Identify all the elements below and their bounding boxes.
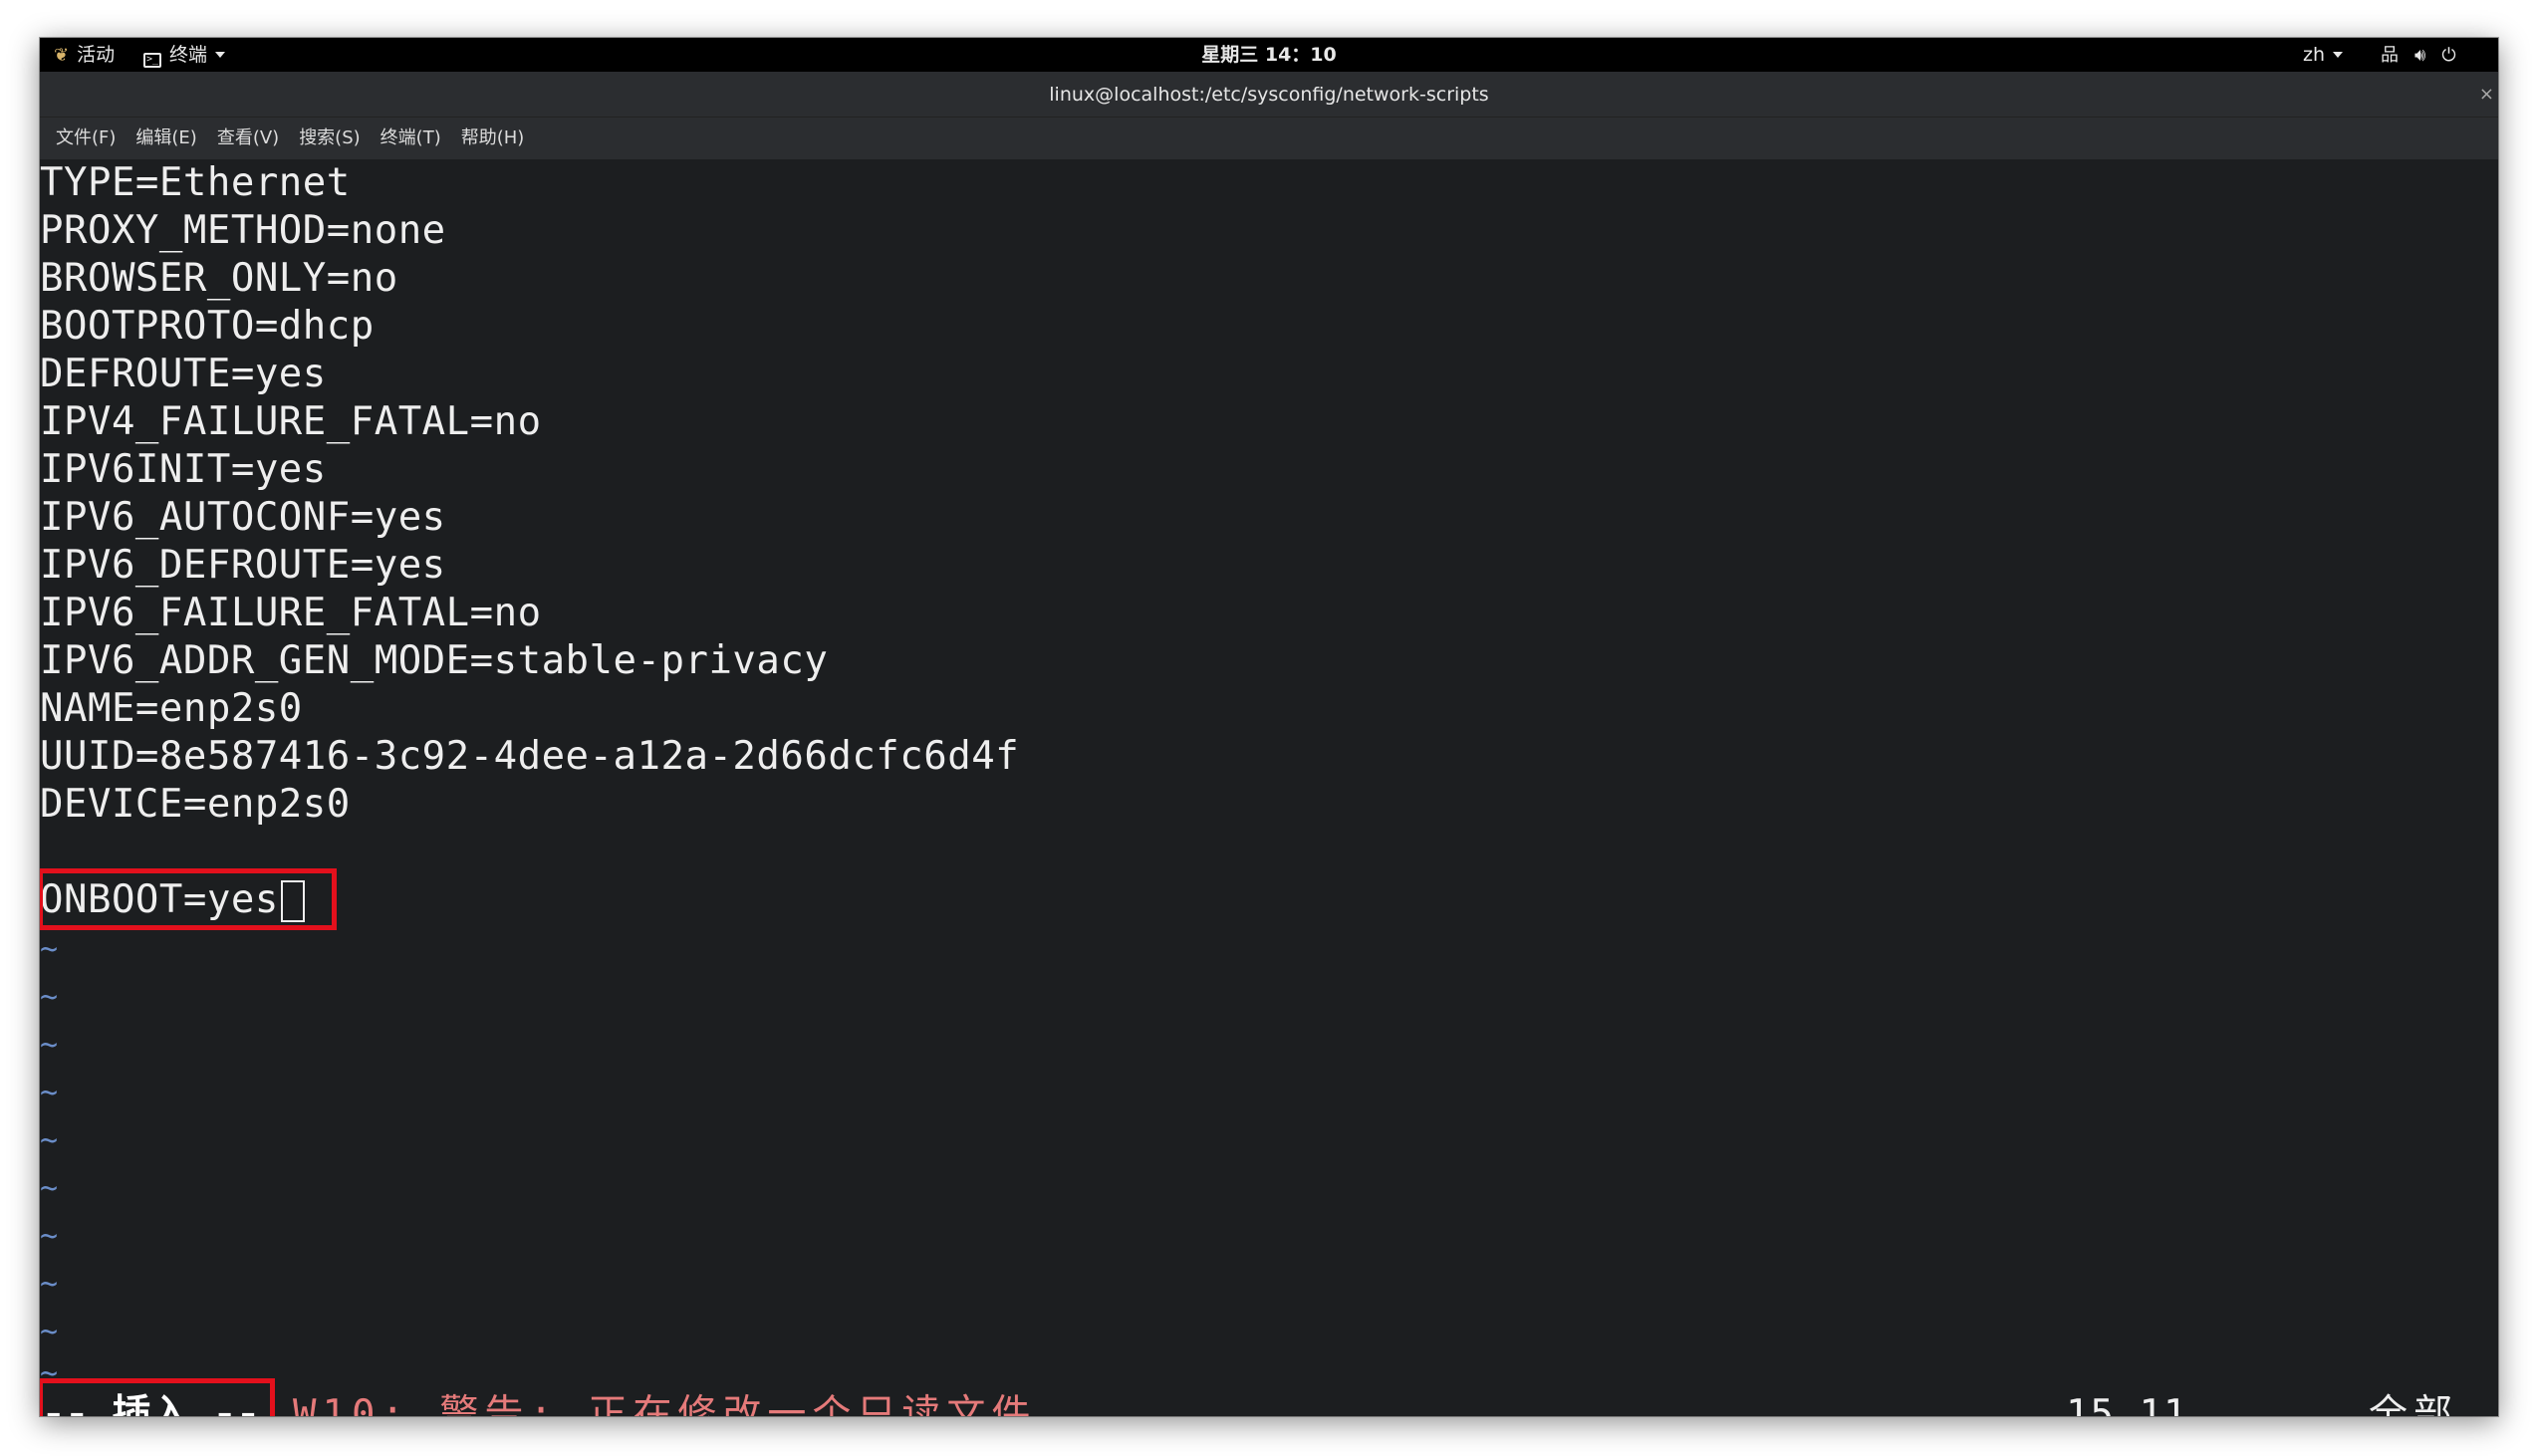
- empty-line-tilde: ~: [40, 1219, 59, 1254]
- language-label: zh: [2303, 44, 2326, 66]
- terminal-content[interactable]: TYPE=Ethernet PROXY_METHOD=none BROWSER_…: [40, 159, 2498, 1416]
- file-line: NAME=enp2s0: [40, 686, 303, 731]
- clock[interactable]: 星期三 14：10: [40, 38, 2498, 72]
- menu-help[interactable]: 帮助(H): [453, 118, 537, 159]
- scroll-position: 全部: [2369, 1392, 2459, 1416]
- file-line: DEVICE=enp2s0: [40, 782, 351, 827]
- file-line: IPV6_FAILURE_FATAL=no: [40, 591, 542, 635]
- desktop-screen: ❦ 活动 >_ 终端 星期三 14：10 zh 品 🔊︎ ⏻ linux@localho…: [40, 38, 2498, 1416]
- file-line: IPV6_ADDR_GEN_MODE=stable-privacy: [40, 638, 829, 683]
- file-line: IPV6INIT=yes: [40, 447, 327, 492]
- empty-line-tilde: ~: [40, 932, 59, 967]
- empty-line-tilde: ~: [40, 1076, 59, 1110]
- network-icon: 品: [2381, 45, 2399, 66]
- file-line: IPV4_FAILURE_FATAL=no: [40, 399, 542, 444]
- terminal-menubar: 文件(F) 编辑(E) 查看(V) 搜索(S) 终端(T) 帮助(H): [40, 118, 2498, 159]
- system-menu[interactable]: 品 🔊︎ ⏻: [2381, 38, 2472, 72]
- readonly-warning: W10: 警告: 正在修改一个只读文件: [293, 1392, 1037, 1416]
- menu-file[interactable]: 文件(F): [48, 118, 127, 159]
- onboot-highlight-box: [40, 868, 337, 930]
- menu-edit[interactable]: 编辑(E): [127, 118, 208, 159]
- file-line: UUID=8e587416-3c92-4dee-a12a-2d66dcfc6d4…: [40, 734, 1020, 779]
- close-icon[interactable]: ×: [2479, 72, 2494, 118]
- empty-line-tilde: ~: [40, 980, 59, 1015]
- empty-line-tilde: ~: [40, 1267, 59, 1302]
- terminal-title-bar[interactable]: linux@localhost:/etc/sysconfig/network-s…: [40, 72, 2498, 118]
- menu-search[interactable]: 搜索(S): [291, 118, 372, 159]
- window-title: linux@localhost:/etc/sysconfig/network-s…: [1049, 84, 1489, 106]
- input-language-menu[interactable]: zh: [2303, 38, 2344, 72]
- menu-terminal[interactable]: 终端(T): [373, 118, 453, 159]
- empty-line-tilde: ~: [40, 1315, 59, 1349]
- empty-line-tilde: ~: [40, 1123, 59, 1158]
- cursor-position: 15,11: [2066, 1392, 2188, 1416]
- file-line: TYPE=Ethernet: [40, 160, 351, 205]
- chevron-down-icon: [2333, 52, 2344, 58]
- empty-line-tilde: ~: [40, 1028, 59, 1063]
- file-line: BOOTPROTO=dhcp: [40, 304, 375, 349]
- power-icon: ⏻: [2441, 45, 2456, 66]
- volume-icon: 🔊︎: [2414, 45, 2426, 66]
- gnome-top-bar: ❦ 活动 >_ 终端 星期三 14：10 zh 品 🔊︎ ⏻: [40, 38, 2498, 72]
- empty-line-tilde: ~: [40, 1171, 59, 1206]
- file-line: PROXY_METHOD=none: [40, 208, 446, 253]
- file-line: DEFROUTE=yes: [40, 352, 327, 396]
- file-line: IPV6_AUTOCONF=yes: [40, 495, 446, 540]
- file-line: IPV6_DEFROUTE=yes: [40, 543, 446, 588]
- file-line: BROWSER_ONLY=no: [40, 256, 398, 301]
- vim-mode-indicator: -- 插入 --: [42, 1392, 260, 1416]
- menu-view[interactable]: 查看(V): [209, 118, 291, 159]
